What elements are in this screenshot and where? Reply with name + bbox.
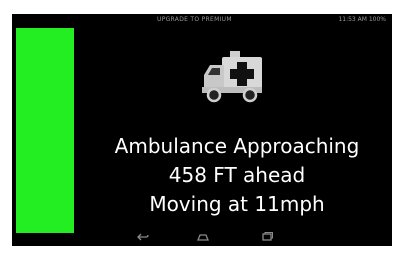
alert-indicator-bar (16, 28, 74, 233)
android-nav-bar (12, 228, 392, 246)
status-right-text: 11:53 AM 100% (338, 16, 386, 23)
back-icon[interactable] (136, 231, 150, 243)
recent-apps-icon[interactable] (260, 231, 274, 243)
status-center-text: UPGRADE TO PREMIUM (157, 16, 232, 23)
status-bar: UPGRADE TO PREMIUM 11:53 AM 100% (12, 14, 392, 28)
alert-line-distance: 458 FT ahead (168, 163, 306, 187)
ambulance-icon (202, 51, 262, 103)
home-icon[interactable] (196, 231, 210, 243)
alert-line-ambulance: Ambulance Approaching (114, 134, 360, 158)
alert-message: Ambulance Approaching 458 FT ahead Movin… (87, 132, 387, 219)
app-screen: UPGRADE TO PREMIUM 11:53 AM 100% Ambulan… (12, 14, 392, 246)
alert-line-speed: Moving at 11mph (149, 192, 325, 216)
